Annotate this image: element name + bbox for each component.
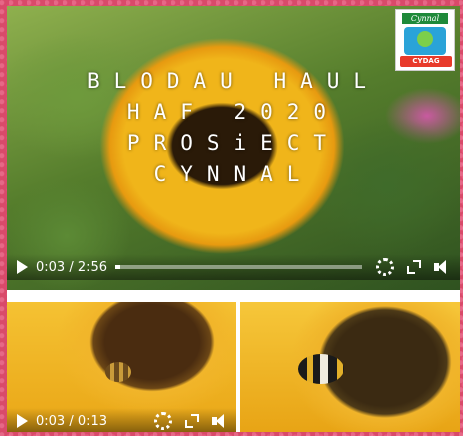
bee-image: [105, 362, 131, 382]
logo-badge-icon: [404, 27, 446, 55]
bumblebee-image: [298, 354, 344, 384]
title-line-1: BLODAU HAUL: [86, 69, 381, 93]
logo-subtitle: CYDAG: [400, 56, 452, 67]
progress-bar[interactable]: [115, 265, 362, 269]
time-display: 0:03 / 2:56: [36, 259, 108, 275]
fullscreen-icon[interactable]: [406, 259, 422, 275]
bee-video-player-2[interactable]: [240, 302, 460, 432]
video-title-overlay: BLODAU HAUL HAF 2020 PROSiECT CYNNAL: [7, 66, 460, 190]
settings-gear-icon[interactable]: [376, 258, 394, 276]
volume-icon[interactable]: [434, 259, 450, 275]
thumb-video-controls: 0:03 / 0:13: [7, 408, 236, 432]
title-line-4: CYNNAL: [153, 162, 314, 186]
fullscreen-icon[interactable]: [184, 413, 200, 429]
settings-gear-icon[interactable]: [154, 412, 172, 430]
bee-video-player-1[interactable]: 0:03 / 0:13: [7, 302, 236, 432]
title-line-3: PROSiECT: [126, 131, 341, 155]
main-video-controls: 0:03 / 2:56: [7, 254, 460, 280]
video-gallery: BLODAU HAUL HAF 2020 PROSiECT CYNNAL Cyn…: [7, 6, 460, 432]
title-line-2: HAF 2020: [126, 100, 341, 124]
logo-ribbon: Cynnal: [402, 13, 448, 24]
cynnal-logo: Cynnal CYDAG: [395, 9, 455, 71]
volume-icon[interactable]: [212, 413, 228, 429]
time-display: 0:03 / 0:13: [36, 413, 108, 429]
main-video-player[interactable]: BLODAU HAUL HAF 2020 PROSiECT CYNNAL Cyn…: [7, 6, 460, 290]
play-icon[interactable]: [17, 260, 28, 274]
play-icon[interactable]: [17, 414, 28, 428]
progress-fill: [115, 265, 120, 269]
sunflower-bumblebee-frame: [240, 302, 460, 432]
